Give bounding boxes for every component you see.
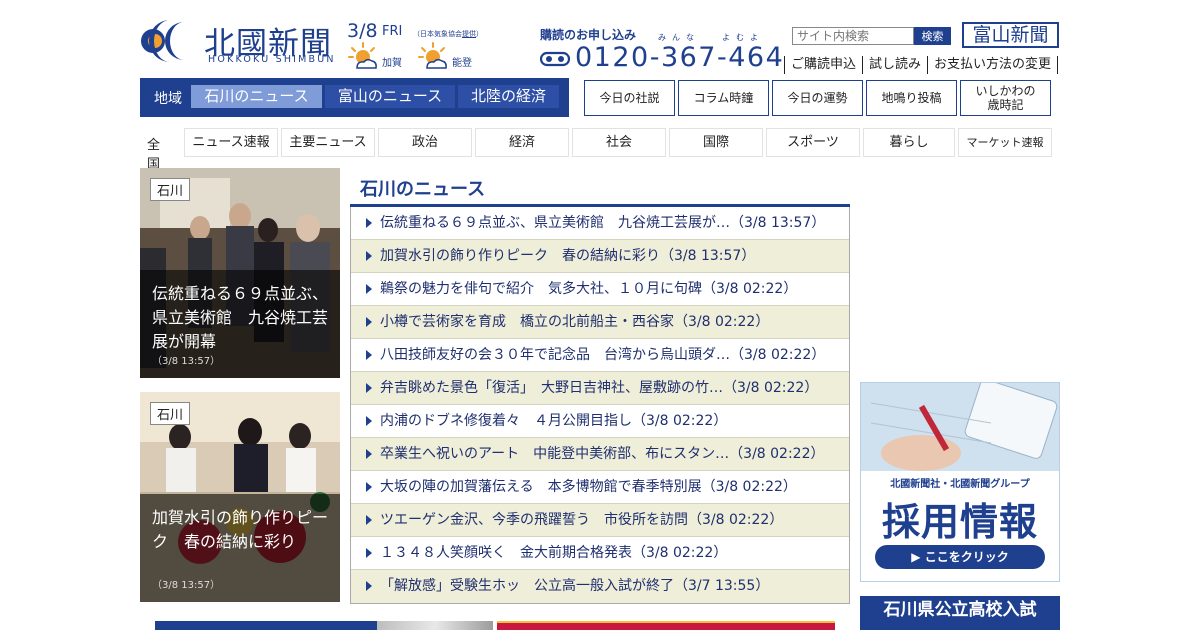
tab-ishikawa-news[interactable]: 石川のニュース [191, 85, 322, 108]
day-of-week: FRI [382, 24, 403, 39]
list-item[interactable]: 小樽で芸術家を育成 橋立の北前船主・西谷家（3/8 02:22） [351, 306, 849, 339]
recruit-click-button[interactable]: ▶ ここをクリック [875, 545, 1045, 569]
feature-card-mizuhiki[interactable]: 石川 加賀水引の飾り作りピーク 春の結納に彩り （3/8 13:57） [140, 392, 340, 602]
card-region-tag: 石川 [150, 178, 191, 201]
triangle-bullet-icon [366, 317, 372, 327]
weather-credit: （日本気象協会提供） [413, 30, 483, 38]
logo-mark-icon [141, 20, 184, 62]
card-time: （3/8 13:57） [152, 356, 221, 367]
top-links: ご購読申込 試し読み お支払い方法の変更 [784, 56, 1059, 74]
list-item[interactable]: 「解放感」受験生ホッ 公立高一般入試が終了（3/7 13:55） [351, 570, 849, 603]
hokkoku-logo[interactable]: 北國新聞 HOKKOKU SHIMBUN [140, 16, 340, 66]
card-caption: 伝統重ねる６９点並ぶ、県立美術館 九谷焼工芸展が開幕 （3/8 13:57） [140, 270, 340, 378]
bottom-banner-left[interactable] [155, 621, 493, 630]
triangle-bullet-icon [366, 548, 372, 558]
card-region-tag: 石川 [150, 402, 191, 425]
region-nav: 地域 石川のニュース 富山のニュース 北陸の経済 [140, 78, 569, 117]
sun-cloud-icon [418, 42, 447, 69]
payment-change-link[interactable]: お支払い方法の変更 [927, 56, 1059, 74]
cat-sports[interactable]: スポーツ [766, 128, 860, 157]
trial-read-link[interactable]: 試し読み [862, 56, 927, 74]
triangle-bullet-icon [366, 416, 372, 426]
card-time: （3/8 13:57） [152, 580, 221, 591]
cat-economy[interactable]: 経済 [475, 128, 569, 157]
tab-toyama-news[interactable]: 富山のニュース [325, 85, 455, 108]
region-nav-label: 地域 [154, 91, 182, 107]
current-date: 3/8 [347, 20, 378, 42]
triangle-bullet-icon [366, 350, 372, 360]
page: 北國新聞 HOKKOKU SHIMBUN 3/8 FRI （日本気象協会提供） … [0, 0, 1200, 630]
category-nav-label: 全国 [147, 138, 161, 172]
list-item[interactable]: 弁吉眺めた景色「復活」 大野日吉神社、屋敷跡の竹…（3/8 02:22） [351, 372, 849, 405]
feature-card-kutani[interactable]: 石川 伝統重ねる６９点並ぶ、県立美術館 九谷焼工芸展が開幕 （3/8 13:57… [140, 168, 340, 378]
list-item[interactable]: 鵜祭の魅力を俳句で紹介 気多大社、１０月に句碑（3/8 02:22） [351, 273, 849, 306]
sun-cloud-icon [348, 42, 377, 69]
weather-kaga-label: 加賀 [382, 58, 402, 69]
weather-noto-label: 能登 [452, 58, 472, 69]
bottom-banner-right[interactable] [497, 621, 835, 630]
recruit-banner-title: 採用情報 [881, 500, 1038, 544]
recruit-banner[interactable]: 北國新聞社・北國新聞グループ 採用情報 ▶ ここをクリック [860, 382, 1060, 582]
cat-market-news[interactable]: マーケット速報 [958, 128, 1052, 157]
site-search-input[interactable] [792, 27, 914, 45]
ishikawa-news-header: 石川のニュース [350, 170, 850, 207]
triangle-bullet-icon [366, 251, 372, 261]
card-caption: 加賀水引の飾り作りピーク 春の結納に彩り （3/8 13:57） [140, 494, 340, 602]
triangle-bullet-icon [366, 482, 372, 492]
weather-credit-link[interactable]: 提供 [462, 30, 476, 38]
list-item[interactable]: 卒業生へ祝いのアート 中能登中美術部、布にスタン…（3/8 02:22） [351, 438, 849, 471]
bottom-banner-left-image [377, 621, 493, 630]
triangle-bullet-icon [366, 383, 372, 393]
list-item[interactable]: 伝統重ねる６９点並ぶ、県立美術館 九谷焼工芸展が…（3/8 13:57） [351, 207, 849, 240]
toyama-shimbun-link[interactable]: 富山新聞 [962, 22, 1059, 48]
cat-politics[interactable]: 政治 [378, 128, 472, 157]
triangle-bullet-icon [366, 515, 372, 525]
exam-answers-banner[interactable]: 石川県公立高校入試 [860, 596, 1060, 630]
card-title[interactable]: 伝統重ねる６９点並ぶ、県立美術館 九谷焼工芸展が開幕 [152, 282, 330, 354]
triangle-bullet-icon [366, 581, 372, 591]
recruit-hand-writing-image [861, 383, 1059, 471]
triangle-bullet-icon [366, 284, 372, 294]
recruit-banner-sub: 北國新聞社・北國新聞グループ [890, 479, 1030, 490]
cat-lifestyle[interactable]: 暮らし [863, 128, 955, 157]
cat-main-news[interactable]: 主要ニュース [281, 128, 375, 157]
triangle-bullet-icon [366, 449, 372, 459]
list-item[interactable]: 加賀水引の飾り作りピーク 春の結納に彩り（3/8 13:57） [351, 240, 849, 273]
list-item[interactable]: 八田技師友好の会３０年で記念品 台湾から烏山頭ダ…（3/8 02:22） [351, 339, 849, 372]
ishikawa-calendar-button[interactable]: いしかわの 歳時記 [960, 80, 1051, 116]
reader-post-button[interactable]: 地鳴り投稿 [866, 80, 957, 116]
subscribe-link[interactable]: ご購読申込 [784, 56, 862, 74]
cat-international[interactable]: 国際 [669, 128, 763, 157]
tab-hokuriku-economy[interactable]: 北陸の経済 [458, 85, 559, 108]
weather-noto[interactable]: 能登 [418, 42, 478, 72]
logo-name-en: HOKKOKU SHIMBUN [208, 54, 336, 65]
column-jisho-button[interactable]: コラム時鐘 [678, 80, 769, 116]
recruit-banner-body: 北國新聞社・北國新聞グループ 採用情報 ▶ ここをクリック [861, 471, 1059, 581]
list-item[interactable]: 大坂の陣の加賀藩伝える 本多博物館で春季特別展（3/8 02:22） [351, 471, 849, 504]
editorial-button[interactable]: 今日の社説 [584, 80, 675, 116]
triangle-bullet-icon [366, 218, 372, 228]
quick-buttons: 今日の社説 コラム時鐘 今日の運勢 地鳴り投稿 いしかわの 歳時記 [584, 80, 1051, 116]
cat-breaking-news[interactable]: ニュース速報 [184, 128, 278, 157]
cat-society[interactable]: 社会 [572, 128, 666, 157]
list-item[interactable]: １３４８人笑顔咲く 金大前期合格発表（3/8 02:22） [351, 537, 849, 570]
ishikawa-news-title[interactable]: 石川のニュース [360, 175, 485, 201]
ishikawa-news-list: 伝統重ねる６９点並ぶ、県立美術館 九谷焼工芸展が…（3/8 13:57） 加賀水… [350, 207, 850, 604]
weather-kaga[interactable]: 加賀 [348, 42, 408, 72]
list-item[interactable]: ツエーゲン金沢、今季の飛躍誓う 市役所を訪問（3/8 02:22） [351, 504, 849, 537]
subscribe-title: 購読のお申し込み [540, 28, 637, 42]
horoscope-button[interactable]: 今日の運勢 [772, 80, 863, 116]
search-button[interactable]: 検索 [914, 27, 951, 45]
card-title[interactable]: 加賀水引の飾り作りピーク 春の結納に彩り [152, 506, 330, 554]
subscribe-phone[interactable]: 0120-367-464 [575, 42, 784, 73]
list-item[interactable]: 内浦のドブネ修復着々 ４月公開目指し（3/8 02:22） [351, 405, 849, 438]
free-dial-icon [540, 51, 570, 67]
